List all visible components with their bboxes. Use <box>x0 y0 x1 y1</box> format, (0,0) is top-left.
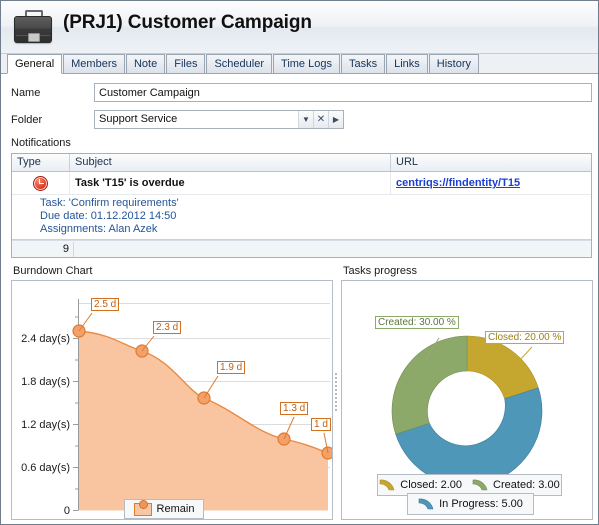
tasks-progress-title: Tasks progress <box>343 265 417 277</box>
folder-combo[interactable]: Support Service ▼ ✕ ▶ <box>94 110 344 129</box>
detail-assignments: Assignments: Alan Azek <box>40 223 158 235</box>
burndown-panel: Burndown Chart 2.4 day(s) 1.8 day(s) 1.2… <box>11 265 333 520</box>
remain-swatch-icon <box>133 499 152 516</box>
legend-label-closed: Closed: 2.00 <box>400 479 463 491</box>
project-window: (PRJ1) Customer Campaign General Members N… <box>0 0 599 525</box>
column-header-subject[interactable]: Subject <box>70 154 391 171</box>
table-row[interactable]: Task 'T15' is overdue centriqs://findent… <box>12 172 591 195</box>
tab-tasks[interactable]: Tasks <box>340 54 386 73</box>
closed-swatch-icon <box>379 479 395 491</box>
grid-header: Type Subject URL <box>12 154 591 172</box>
clear-icon[interactable]: ✕ <box>313 111 328 128</box>
ytick-1-8: 1.8 day(s) <box>21 376 70 388</box>
tasks-progress-legend-row2[interactable]: In Progress: 5.00 <box>407 493 534 515</box>
tab-members[interactable]: Members <box>63 54 125 73</box>
inprogress-swatch-icon <box>418 498 434 510</box>
ytick-0-6: 0.6 day(s) <box>21 462 70 474</box>
name-label: Name <box>11 86 41 99</box>
slice-label-closed: Closed: 20.00 % <box>485 331 565 344</box>
point-label-4: 1 d <box>311 418 331 431</box>
tab-note[interactable]: Note <box>125 54 166 73</box>
legend-label-inprogress: In Progress: 5.00 <box>439 498 523 510</box>
notifications-grid: Type Subject URL Task 'T15' is overdue c… <box>11 153 592 258</box>
grid-footer: 9 <box>12 240 591 257</box>
general-form: Name Customer Campaign Folder Support Se… <box>1 74 598 149</box>
slice-label-created: Created: 30.00 % <box>375 316 459 329</box>
detail-task: Task: 'Confirm requirements' <box>40 197 179 209</box>
overdue-clock-icon <box>33 175 48 191</box>
notifications-label: Notifications <box>11 137 71 149</box>
name-row: Name Customer Campaign <box>11 83 592 102</box>
name-input[interactable]: Customer Campaign <box>94 83 592 102</box>
row-url-cell: centriqs://findentity/T15 <box>391 172 591 194</box>
notification-count: 9 <box>12 241 74 257</box>
legend-label-created: Created: 3.00 <box>493 479 560 491</box>
ytick-1-2: 1.2 day(s) <box>21 419 70 431</box>
created-swatch-icon <box>472 479 488 491</box>
burndown-svg: 2.4 day(s) 1.8 day(s) 1.2 day(s) 0.6 day… <box>21 299 332 517</box>
tab-time-logs[interactable]: Time Logs <box>273 54 340 73</box>
tab-history[interactable]: History <box>428 54 480 73</box>
point-label-1: 2.3 d <box>153 321 182 334</box>
point-label-3: 1.3 d <box>280 402 309 415</box>
burndown-chart[interactable]: 2.4 day(s) 1.8 day(s) 1.2 day(s) 0.6 day… <box>11 280 333 520</box>
panel-splitter[interactable] <box>332 371 339 417</box>
row-subject-cell: Task 'T15' is overdue <box>70 172 391 194</box>
tab-general[interactable]: General <box>7 54 63 74</box>
ytick-2-4: 2.4 day(s) <box>21 333 70 345</box>
tab-scheduler[interactable]: Scheduler <box>206 54 273 73</box>
tab-files[interactable]: Files <box>166 54 206 73</box>
folder-row: Folder Support Service ▼ ✕ ▶ <box>11 110 592 129</box>
burndown-legend-label: Remain <box>156 503 195 515</box>
tab-links[interactable]: Links <box>386 54 428 73</box>
folder-value[interactable]: Support Service <box>95 111 298 128</box>
tab-bar: General Members Note Files Scheduler Time Log… <box>1 54 598 74</box>
column-header-url[interactable]: URL <box>391 154 591 171</box>
window-header: (PRJ1) Customer Campaign <box>1 1 598 54</box>
folder-label: Folder <box>11 113 43 126</box>
dropdown-icon[interactable]: ▼ <box>298 111 313 128</box>
ytick-0: 0 <box>64 505 70 517</box>
burndown-legend[interactable]: Remain <box>124 499 204 519</box>
legend-item-inprogress[interactable]: In Progress: 5.00 <box>418 498 523 510</box>
point-label-0: 2.5 d <box>91 298 120 311</box>
tasks-progress-panel: Tasks progress Created: 30.00 % Closed: … <box>341 265 593 520</box>
notification-details: Task: 'Confirm requirements' Due date: 0… <box>12 195 591 240</box>
detail-due-date: Due date: 01.12.2012 14:50 <box>40 210 177 222</box>
legend-item-closed[interactable]: Closed: 2.00 <box>379 479 462 491</box>
go-icon[interactable]: ▶ <box>328 111 343 128</box>
column-header-type[interactable]: Type <box>12 154 70 171</box>
row-type-cell <box>12 172 70 194</box>
charts-area: Burndown Chart 2.4 day(s) 1.8 day(s) 1.2… <box>1 265 599 524</box>
briefcase-icon <box>14 10 52 43</box>
point-label-2: 1.9 d <box>217 361 246 374</box>
notification-url-link[interactable]: centriqs://findentity/T15 <box>396 177 520 189</box>
legend-item-created[interactable]: Created: 3.00 <box>472 479 560 491</box>
tasks-progress-chart[interactable]: Created: 30.00 % Closed: 20.00 % In Prog… <box>341 280 593 520</box>
page-title: (PRJ1) Customer Campaign <box>63 12 312 33</box>
burndown-title: Burndown Chart <box>13 265 93 277</box>
